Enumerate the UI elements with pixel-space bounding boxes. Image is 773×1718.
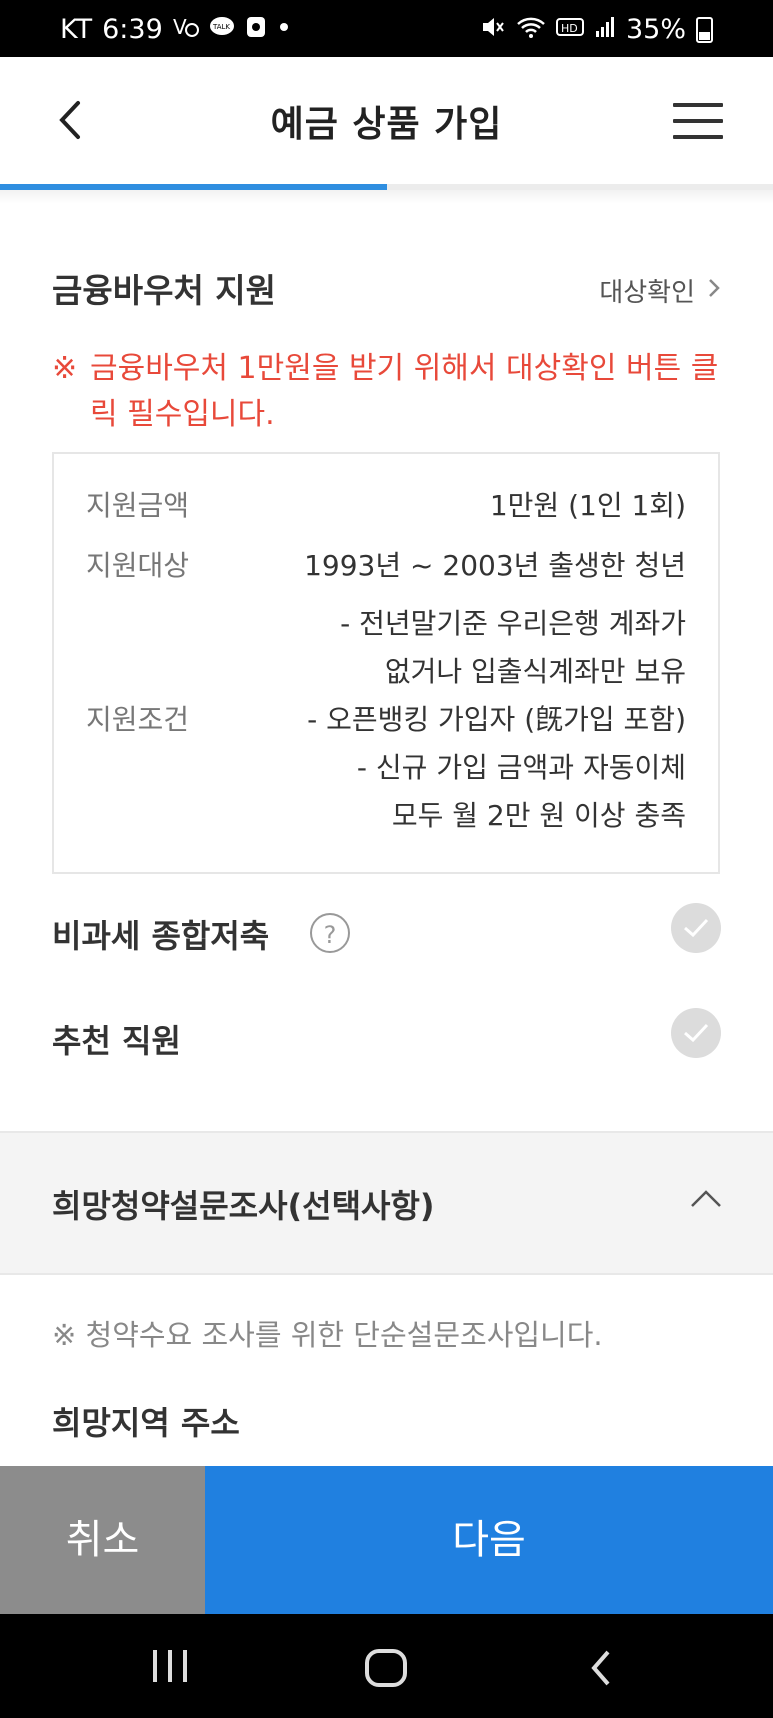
recent-apps-icon [153, 1650, 187, 1682]
mute-icon [480, 15, 506, 45]
survey-title: 희망청약설문조사(선택사항) [52, 1187, 435, 1225]
info-key: 지원대상 [86, 549, 190, 582]
carrier-label: KT [60, 14, 93, 45]
condition-line: 모두 월 2만 원 이상 충족 [391, 799, 686, 832]
chevron-left-icon [591, 1650, 610, 1686]
survey-note: ※ 청약수요 조사를 위한 단순설문조사입니다. [52, 1318, 603, 1352]
info-key: 지원금액 [86, 489, 190, 522]
battery-icon [696, 16, 713, 43]
system-nav-bar [0, 1614, 773, 1718]
condition-line: - 전년말기준 우리은행 계좌가 [340, 607, 686, 640]
kakaotalk-icon: TALK [209, 15, 235, 45]
hamburger-icon-bar [673, 119, 723, 123]
help-button[interactable]: ? [310, 913, 350, 953]
chevron-up-icon [689, 1187, 723, 1213]
next-button[interactable]: 다음 [205, 1466, 773, 1614]
info-row-conditions: 지원조건 - 전년말기준 우리은행 계좌가 없거나 입출식계좌만 보유 - 오픈… [86, 600, 686, 840]
svg-text:TALK: TALK [212, 23, 230, 31]
voucher-notice: ※ 금융바우처 1만원을 받기 위해서 대상확인 버튼 클릭 필수입니다. [52, 346, 723, 438]
voucher-info-box: 지원금액 1만원 (1인 1회) 지원대상 1993년 ~ 2003년 출생한 … [52, 452, 720, 874]
condition-line: 없거나 입출식계좌만 보유 [384, 655, 686, 688]
svg-text:HD: HD [561, 22, 578, 35]
system-back-button[interactable] [588, 1648, 614, 1692]
app-header: 예금 상품 가입 [0, 57, 773, 187]
notice-mark: ※ [52, 351, 78, 386]
status-right: HD 35% [480, 14, 713, 45]
info-row-amount: 지원금액 1만원 (1인 1회) [86, 482, 686, 530]
tax-free-savings-label: 비과세 종합저축 [52, 917, 270, 955]
condition-line: - 오픈뱅킹 가입자 (旣가입 포함) [307, 703, 686, 736]
info-key: 지원조건 [86, 703, 190, 736]
notification-icon [245, 15, 267, 45]
check-icon [684, 918, 709, 938]
info-value: 1만원 (1인 1회) [489, 489, 686, 522]
hamburger-icon-bar [673, 135, 723, 139]
divider [0, 190, 773, 204]
dot-icon [277, 15, 291, 45]
hamburger-icon [673, 103, 723, 107]
tax-free-savings-checkbox[interactable] [671, 903, 721, 953]
hd-icon: HD [555, 15, 584, 45]
voucher-header: 금융바우처 지원 대상확인 [52, 264, 721, 312]
check-icon [684, 1023, 709, 1043]
signal-icon [594, 15, 616, 45]
recommender-checkbox[interactable] [671, 1008, 721, 1058]
tax-free-savings-row: 비과세 종합저축 ? [52, 903, 721, 963]
info-value: 1993년 ~ 2003년 출생한 청년 [304, 549, 686, 582]
hamburger-menu-button[interactable] [673, 103, 723, 139]
desired-address-label: 희망지역 주소 [52, 1404, 240, 1442]
survey-accordion-header[interactable]: 희망청약설문조사(선택사항) [0, 1131, 773, 1275]
page-title: 예금 상품 가입 [270, 104, 503, 145]
condition-line: - 신규 가입 금액과 자동이체 [356, 751, 686, 784]
chevron-right-icon [707, 274, 721, 307]
home-button[interactable] [364, 1648, 408, 1692]
svg-text:V: V [173, 15, 187, 39]
status-left: KT 6:39 V TALK [60, 14, 291, 45]
recommender-row: 추천 직원 [52, 1008, 721, 1068]
wifi-icon [516, 15, 546, 45]
recommender-label: 추천 직원 [52, 1022, 181, 1060]
battery-percent: 35% [625, 14, 686, 45]
notice-text: 금융바우처 1만원을 받기 위해서 대상확인 버튼 클릭 필수입니다. [90, 351, 719, 432]
cancel-button[interactable]: 취소 [0, 1466, 205, 1614]
eligibility-check-link[interactable]: 대상확인 [599, 272, 721, 309]
network-speed-icon: V [173, 15, 199, 45]
recent-apps-button[interactable] [150, 1648, 190, 1688]
info-value: - 전년말기준 우리은행 계좌가 없거나 입출식계좌만 보유 - 오픈뱅킹 가입… [307, 600, 686, 840]
status-bar: KT 6:39 V TALK HD 35% [0, 0, 773, 57]
eligibility-check-label: 대상확인 [599, 278, 695, 308]
clock: 6:39 [102, 14, 163, 45]
home-icon [365, 1649, 407, 1687]
info-row-target: 지원대상 1993년 ~ 2003년 출생한 청년 [86, 542, 686, 590]
